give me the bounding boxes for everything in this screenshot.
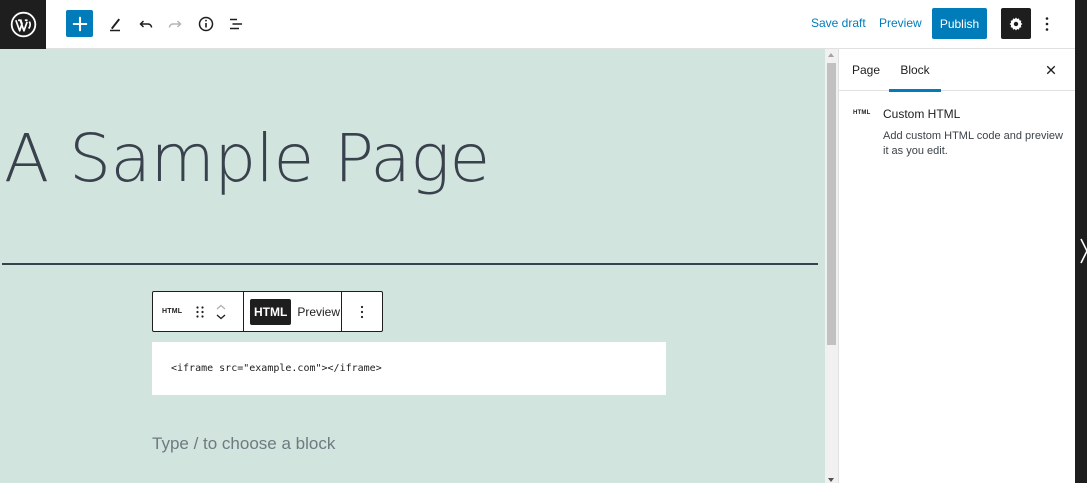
editor-header: Save draft Preview Publish — [0, 0, 1075, 49]
details-button[interactable] — [195, 10, 217, 38]
more-vertical-icon — [360, 305, 364, 318]
tools-button[interactable] — [104, 10, 126, 38]
redo-icon — [168, 20, 182, 28]
publish-button[interactable]: Publish — [932, 8, 987, 39]
page-title[interactable]: A Sample Page — [4, 119, 490, 199]
plus-icon — [72, 16, 87, 31]
list-view-button[interactable] — [225, 10, 247, 38]
tab-block[interactable]: Block — [889, 49, 941, 92]
settings-button[interactable] — [1001, 8, 1031, 39]
wordpress-glyph — [10, 11, 36, 38]
block-card-description: Add custom HTML code and preview it as y… — [883, 130, 1063, 157]
redo-button[interactable] — [164, 10, 186, 38]
options-button[interactable] — [1040, 13, 1054, 35]
tab-page[interactable]: Page — [852, 49, 880, 91]
info-icon — [198, 16, 214, 32]
chevron-right-icon[interactable] — [1079, 236, 1087, 266]
block-movers — [216, 298, 226, 326]
block-options-button[interactable] — [342, 292, 382, 331]
html-tab[interactable]: HTML — [250, 298, 292, 325]
save-draft-button[interactable]: Save draft — [811, 16, 866, 30]
chevron-up-icon[interactable] — [216, 304, 226, 310]
wordpress-logo-icon[interactable] — [0, 0, 46, 49]
list-view-icon — [230, 18, 242, 30]
gear-icon — [1009, 17, 1023, 30]
settings-sidebar: Page Block HTML Custom HTML Add custom H… — [838, 49, 1075, 483]
block-switcher-group: HTML — [153, 292, 244, 331]
pencil-icon — [110, 18, 120, 32]
html-block-icon: HTML — [853, 110, 871, 116]
undo-icon — [139, 20, 153, 28]
scroll-thumb[interactable] — [827, 63, 836, 345]
preview-tab[interactable]: Preview — [297, 305, 340, 319]
canvas-scrollbar[interactable] — [825, 49, 838, 483]
editor-canvas[interactable]: A Sample Page HTML HTML Preview <iframe … — [0, 49, 825, 483]
sidebar-tabs: Page Block — [839, 49, 1075, 92]
more-vertical-icon — [1045, 17, 1049, 31]
close-sidebar-button[interactable] — [1043, 62, 1059, 78]
html-block-icon[interactable]: HTML — [162, 308, 182, 315]
close-icon — [1046, 65, 1056, 75]
undo-button[interactable] — [135, 10, 157, 38]
html-code-editor[interactable]: <iframe src="example.com"></iframe> — [152, 342, 666, 395]
block-card-title: Custom HTML — [883, 107, 961, 121]
html-preview-toggle: HTML Preview — [244, 292, 342, 331]
preview-button[interactable]: Preview — [879, 16, 922, 30]
html-code-text: <iframe src="example.com"></iframe> — [171, 363, 382, 374]
chevron-down-icon[interactable] — [216, 314, 226, 320]
block-toolbar: HTML HTML Preview — [152, 291, 383, 332]
scroll-up-arrow[interactable] — [828, 53, 834, 57]
separator-block[interactable] — [2, 263, 818, 265]
scroll-down-arrow[interactable] — [828, 478, 834, 482]
drag-handle-icon[interactable] — [195, 305, 205, 319]
block-appender[interactable]: Type / to choose a block — [152, 434, 335, 454]
add-block-button[interactable] — [66, 10, 93, 37]
